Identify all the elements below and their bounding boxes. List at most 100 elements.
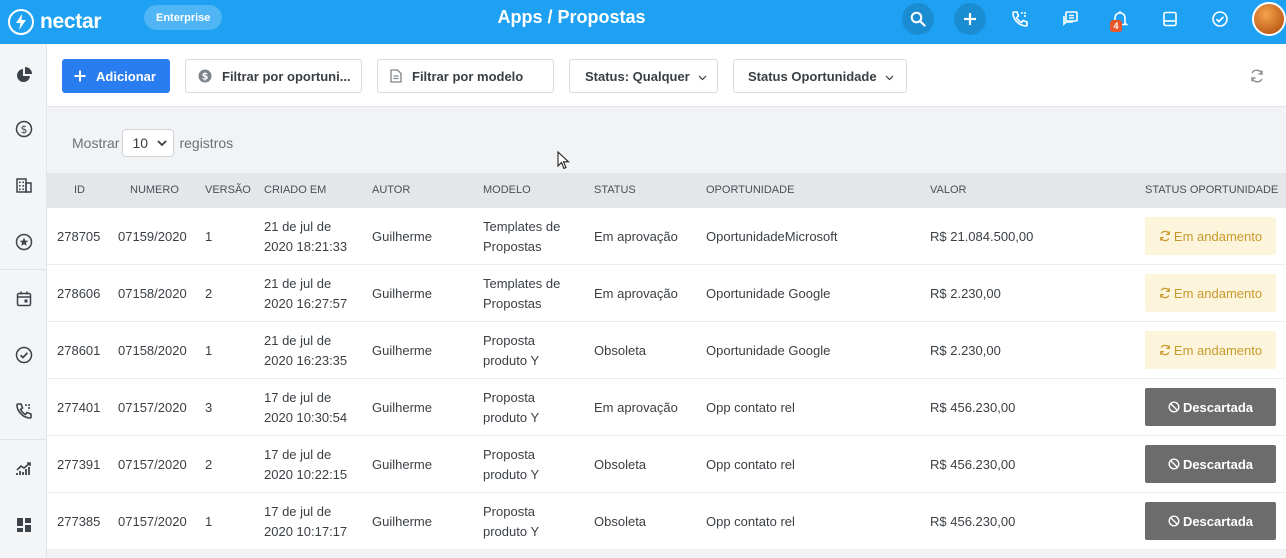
- notifications-button[interactable]: 4: [1104, 3, 1136, 35]
- opportunity-status-label: Descartada: [1182, 513, 1254, 529]
- column-header-autor[interactable]: AUTOR: [372, 173, 410, 208]
- column-header-numero[interactable]: NUMERO: [130, 173, 179, 208]
- ban-icon: [1168, 458, 1180, 470]
- sidebar-item-dashboard[interactable]: [0, 47, 47, 103]
- column-header-modelo[interactable]: MODELO: [483, 173, 531, 208]
- sync-icon: [1160, 344, 1170, 356]
- cell-criado-em: 17 de jul de 2020 10:22:15: [264, 436, 347, 493]
- opportunity-status-badge: Descartada: [1145, 445, 1276, 483]
- svg-text:$: $: [202, 72, 209, 83]
- notification-badge: 4: [1110, 20, 1122, 32]
- refresh-button[interactable]: [1249, 68, 1265, 89]
- table-body: 278705 07159/2020 1 21 de jul de 2020 18:21:…: [47, 208, 1286, 550]
- phone-button[interactable]: [1004, 3, 1036, 35]
- show-label: Mostrar: [72, 135, 120, 151]
- opportunity-status-badge: Descartada: [1145, 388, 1276, 426]
- cell-criado-em-line: 2020 16:23:35: [264, 352, 348, 368]
- chat-button[interactable]: [1054, 3, 1086, 35]
- cell-numero: 07158/2020: [118, 285, 187, 301]
- sidebar-item-calendar[interactable]: [0, 271, 47, 327]
- cell-autor: Guilherme: [372, 342, 432, 358]
- column-header-id[interactable]: ID: [74, 173, 85, 208]
- cell-numero: 07157/2020: [118, 456, 187, 472]
- column-header-versao[interactable]: VERSÃO: [205, 173, 251, 208]
- opportunity-status-label: Em andamento: [1173, 228, 1263, 244]
- pie-chart-icon: [16, 67, 32, 82]
- cell-criado-em-line: 21 de jul de: [264, 332, 332, 348]
- cell-id: 278601: [57, 342, 101, 358]
- proposals-table: ID NUMERO VERSÃO CRIADO EM AUTOR MODELO …: [47, 173, 1286, 550]
- column-header-status-oportunidade[interactable]: STATUS OPORTUNIDADE: [1145, 173, 1278, 208]
- column-header-status[interactable]: STATUS: [594, 173, 636, 208]
- table-row[interactable]: 278705 07159/2020 1 21 de jul de 2020 18:21:…: [47, 208, 1286, 265]
- trending-up-icon: [15, 462, 31, 475]
- sidebar-item-tasks[interactable]: [0, 327, 47, 383]
- cell-modelo-line: produto Y: [483, 352, 540, 368]
- cell-numero: 07158/2020: [118, 342, 187, 358]
- sidebar-item-apps[interactable]: [0, 497, 47, 553]
- cell-modelo-line: produto Y: [483, 409, 540, 425]
- cell-oportunidade: OportunidadeMicrosoft: [706, 228, 838, 244]
- opportunity-status-dropdown[interactable]: Status Oportunidade: [733, 59, 907, 93]
- table-row[interactable]: 277391 07157/2020 2 17 de jul de 2020 10:22:…: [47, 436, 1286, 493]
- opportunity-status-label: Em andamento: [1173, 285, 1263, 301]
- cell-status: Obsoleta: [594, 456, 647, 472]
- table-row[interactable]: 278601 07158/2020 1 21 de jul de 2020 16:23:…: [47, 322, 1286, 379]
- table-header: ID NUMERO VERSÃO CRIADO EM AUTOR MODELO …: [47, 173, 1286, 208]
- check-circle-icon: [1212, 11, 1228, 27]
- opportunity-status-badge: Em andamento: [1145, 331, 1276, 369]
- cell-status: Obsoleta: [594, 342, 647, 358]
- opportunity-status-label: Em andamento: [1173, 342, 1263, 358]
- cell-id: 277401: [57, 399, 101, 415]
- cell-modelo-line: Proposta: [483, 446, 536, 462]
- cell-valor: R$ 2.230,00: [930, 342, 1001, 358]
- sidebar-item-companies[interactable]: [0, 157, 47, 213]
- chevron-down-icon: [698, 69, 707, 84]
- filter-opportunity-label: Filtrar por oportuni...: [222, 68, 351, 84]
- dollar-icon: $: [198, 69, 212, 83]
- status-filter-dropdown[interactable]: Status: Qualquer: [569, 59, 718, 93]
- tasks-button[interactable]: [1204, 3, 1236, 35]
- status-filter-label: Status: Qualquer: [585, 68, 690, 84]
- search-button[interactable]: [902, 3, 934, 35]
- sidebar: $: [0, 44, 47, 558]
- cell-autor: Guilherme: [372, 513, 432, 529]
- cell-id: 278705: [57, 228, 101, 244]
- cell-versao: 2: [205, 456, 213, 472]
- opportunity-status-label: Status Oportunidade: [748, 68, 877, 84]
- opportunity-status-label: Descartada: [1182, 456, 1254, 472]
- column-header-criado-em[interactable]: CRIADO EM: [264, 173, 326, 208]
- opportunity-status-badge: Em andamento: [1145, 274, 1276, 312]
- inbox-icon: [1163, 11, 1177, 27]
- page-size-select[interactable]: 10: [122, 129, 175, 157]
- table-row[interactable]: 277401 07157/2020 3 17 de jul de 2020 10:30:…: [47, 379, 1286, 436]
- column-header-oportunidade[interactable]: OPORTUNIDADE: [706, 173, 794, 208]
- cell-oportunidade: Oportunidade Google: [706, 342, 831, 358]
- cell-status: Em aprovação: [594, 399, 678, 415]
- calendar-icon: [16, 291, 31, 307]
- cell-valor: R$ 456.230,00: [930, 513, 1016, 529]
- cell-status: Em aprovação: [594, 285, 678, 301]
- page-size-control: Mostrar 10 registros: [72, 129, 233, 157]
- sidebar-item-favorites[interactable]: [0, 214, 47, 270]
- filter-model-button[interactable]: Filtrar por modelo: [377, 59, 554, 93]
- cell-numero: 07157/2020: [118, 513, 187, 529]
- cell-modelo-line: produto Y: [483, 523, 540, 539]
- cell-oportunidade: Opp contato rel: [706, 399, 795, 415]
- add-button[interactable]: Adicionar: [62, 59, 170, 93]
- opportunity-status-label: Descartada: [1182, 399, 1254, 415]
- sidebar-item-reports[interactable]: [0, 441, 47, 497]
- cell-modelo-line: Templates de: [483, 275, 561, 291]
- sidebar-item-finance[interactable]: $: [0, 101, 47, 157]
- table-row[interactable]: 278606 07158/2020 2 21 de jul de 2020 16:27:…: [47, 265, 1286, 322]
- sidebar-item-calls[interactable]: [0, 383, 47, 439]
- table-row[interactable]: 277385 07157/2020 1 17 de jul de 2020 10:17:…: [47, 493, 1286, 550]
- avatar[interactable]: [1252, 2, 1286, 36]
- add-button-top[interactable]: [954, 3, 986, 35]
- cell-criado-em-line: 2020 10:17:17: [264, 523, 348, 539]
- opportunity-status-badge: Em andamento: [1145, 217, 1276, 255]
- cell-modelo: Templates de Propostas: [483, 265, 560, 322]
- inbox-button[interactable]: [1154, 3, 1186, 35]
- column-header-valor[interactable]: VALOR: [930, 173, 966, 208]
- filter-opportunity-button[interactable]: $ Filtrar por oportuni...: [185, 59, 362, 93]
